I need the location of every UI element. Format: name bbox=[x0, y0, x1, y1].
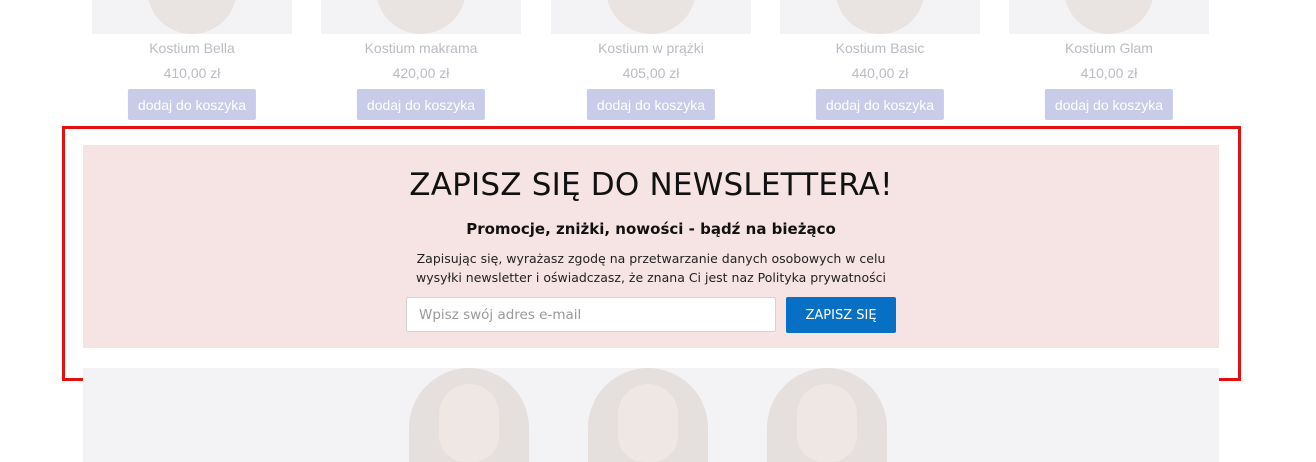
product-card: Kostium Basic 440,00 zł dodaj do koszyka bbox=[780, 0, 980, 125]
product-name[interactable]: Kostium Glam bbox=[1009, 39, 1209, 57]
product-card: Kostium makrama 420,00 zł dodaj do koszy… bbox=[321, 0, 521, 125]
consent-line-1: Zapisując się, wyrażasz zgodę na przetwa… bbox=[416, 251, 886, 266]
product-name[interactable]: Kostium makrama bbox=[321, 39, 521, 57]
product-row: Kostium Bella 410,00 zł dodaj do koszyka… bbox=[0, 0, 1316, 125]
product-image[interactable] bbox=[780, 0, 980, 34]
product-card: Kostium w prążki 405,00 zł dodaj do kosz… bbox=[551, 0, 751, 125]
product-name[interactable]: Kostium w prążki bbox=[551, 39, 751, 57]
email-input[interactable] bbox=[406, 297, 776, 332]
add-to-cart-button[interactable]: dodaj do koszyka bbox=[1044, 89, 1174, 120]
model-figure bbox=[588, 368, 708, 462]
product-name[interactable]: Kostium Bella bbox=[92, 39, 292, 57]
product-price: 410,00 zł bbox=[1080, 65, 1138, 81]
subscribe-button[interactable]: ZAPISZ SIĘ bbox=[786, 297, 896, 333]
product-price: 410,00 zł bbox=[163, 65, 221, 81]
models-banner-image bbox=[83, 368, 1219, 462]
product-card: Kostium Glam 410,00 zł dodaj do koszyka bbox=[1009, 0, 1209, 125]
product-price: 440,00 zł bbox=[851, 65, 909, 81]
model-figure bbox=[767, 368, 887, 462]
add-to-cart-button[interactable]: dodaj do koszyka bbox=[586, 89, 716, 120]
add-to-cart-button[interactable]: dodaj do koszyka bbox=[127, 89, 257, 120]
add-to-cart-button[interactable]: dodaj do koszyka bbox=[356, 89, 486, 120]
product-image[interactable] bbox=[551, 0, 751, 34]
product-image[interactable] bbox=[321, 0, 521, 34]
newsletter-consent-text: Zapisując się, wyrażasz zgodę na przetwa… bbox=[401, 249, 901, 287]
product-image[interactable] bbox=[92, 0, 292, 34]
product-image[interactable] bbox=[1009, 0, 1209, 34]
add-to-cart-button[interactable]: dodaj do koszyka bbox=[815, 89, 945, 120]
consent-line-2: wysyłki newsletter i oświadczasz, że zna… bbox=[416, 270, 886, 285]
product-price: 420,00 zł bbox=[392, 65, 450, 81]
product-name[interactable]: Kostium Basic bbox=[780, 39, 980, 57]
product-price: 405,00 zł bbox=[622, 65, 680, 81]
newsletter-title: ZAPISZ SIĘ DO NEWSLETTERA! bbox=[409, 167, 893, 203]
model-figure bbox=[409, 368, 529, 462]
product-card: Kostium Bella 410,00 zł dodaj do koszyka bbox=[92, 0, 292, 125]
newsletter-section: ZAPISZ SIĘ DO NEWSLETTERA! Promocje, zni… bbox=[83, 145, 1219, 348]
newsletter-subtitle: Promocje, zniżki, nowości - bądź na bież… bbox=[466, 220, 836, 238]
